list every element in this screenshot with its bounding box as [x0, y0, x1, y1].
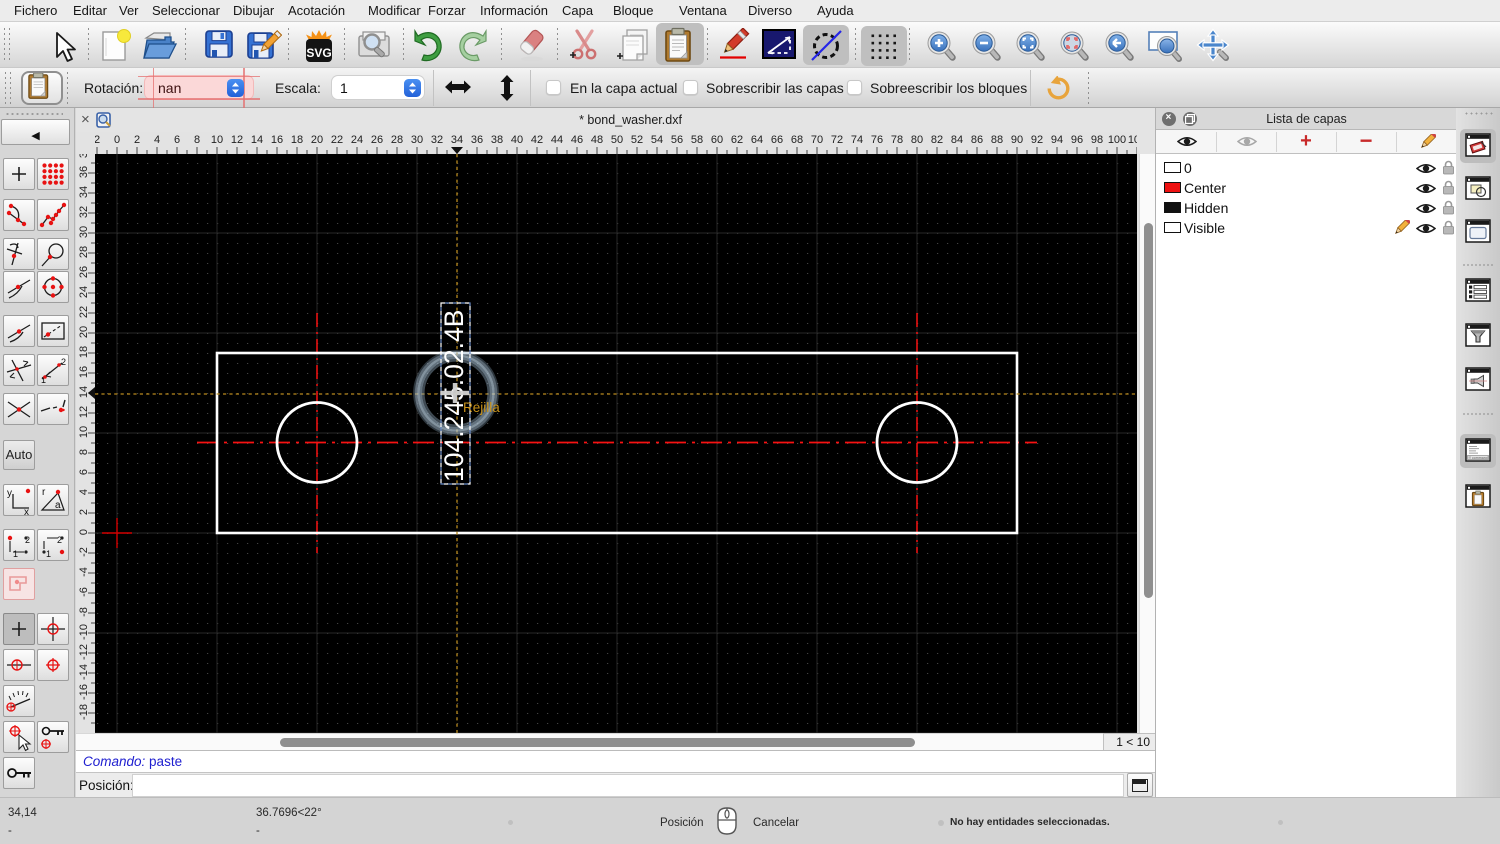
svg-text:r: r: [42, 487, 46, 498]
svg-text:2: 2: [57, 535, 62, 545]
svg-text:command: command: [1472, 456, 1488, 460]
svg-text:SVG: SVG: [306, 46, 331, 60]
svg-text:y: y: [7, 488, 12, 499]
svg-text:a: a: [55, 500, 61, 511]
svg-text:1: 1: [46, 549, 51, 559]
svg-text:1: 1: [13, 549, 18, 559]
svg-text:Rejilla: Rejilla: [463, 400, 500, 415]
svg-text:x: x: [24, 507, 29, 515]
svg-text:2: 2: [61, 357, 66, 367]
